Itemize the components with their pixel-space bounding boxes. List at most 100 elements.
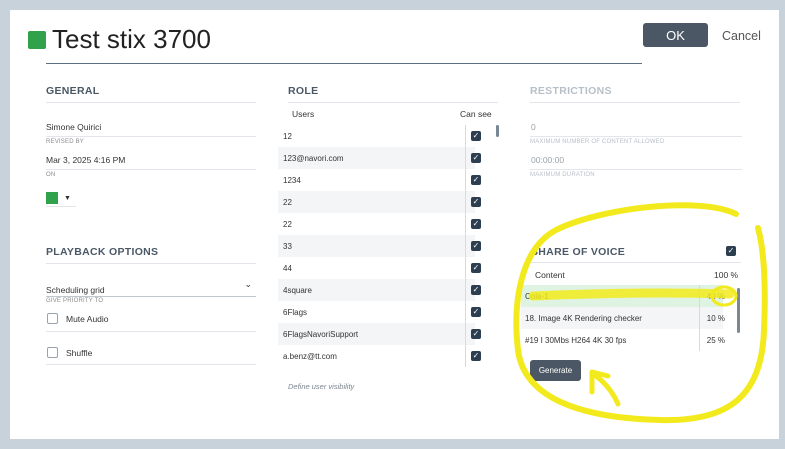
sov-content-name: 18. Image 4K Rendering checker [525,313,642,323]
can-see-checkbox[interactable]: ✓ [471,175,481,185]
can-see-cell: ✓ [465,191,486,213]
can-see-checkbox[interactable]: ✓ [471,329,481,339]
max-content-label: MAXIMUM NUMBER OF CONTENT ALLOWED [530,139,665,145]
cancel-button[interactable]: Cancel [722,29,761,43]
sov-content-header: Content [535,270,565,280]
user-row: 4square [278,279,475,301]
mute-audio-checkbox[interactable] [47,313,58,324]
can-see-cell: ✓ [465,279,486,301]
user-row: 1234 [278,169,475,191]
mute-audio-option[interactable]: Mute Audio [47,313,109,324]
user-name: 22 [283,219,292,229]
users-column-header: Users [292,109,315,119]
share-of-voice-checkbox[interactable]: ✓ [726,246,736,256]
can-see-checkbox[interactable]: ✓ [471,285,481,295]
can-see-cell: ✓ [465,235,486,257]
user-row: 22 [278,191,475,213]
divider [288,102,498,103]
divider [530,102,740,103]
role-section-title: ROLE [288,85,319,97]
general-section-title: GENERAL [46,85,100,97]
user-name: a.benz@tt.com [283,351,337,361]
priority-label: GIVE PRIORITY TO [46,298,104,304]
page-title: Test stix 3700 [52,24,211,54]
caret-down-icon: ▼ [64,194,71,202]
generate-button[interactable]: Generate [530,360,581,381]
can-see-checkbox[interactable]: ✓ [471,219,481,229]
sov-row[interactable]: 18. Image 4K Rendering checker [521,307,723,329]
max-duration-input[interactable]: 00:00:00 [531,155,564,165]
can-see-cell: ✓ [465,147,486,169]
header-divider [46,63,642,64]
sov-total-percent: 100 % [714,270,739,280]
mute-audio-label: Mute Audio [66,313,109,324]
revised-by-value: Simone Quirici [46,122,102,132]
user-row: 123@navori.com [278,147,475,169]
priority-select[interactable]: Scheduling grid ⌄ [46,279,256,295]
priority-select-value: Scheduling grid [46,285,105,295]
user-name: 12 [283,131,292,141]
can-see-checkbox[interactable]: ✓ [471,153,481,163]
revised-on-value: Mar 3, 2025 4:16 PM [46,155,126,165]
can-see-cell: ✓ [465,213,486,235]
can-see-column-header: Can see [460,109,492,119]
revised-on-label: ON [46,172,56,178]
sov-content-name: #19 I 30Mbs H264 4K 30 fps [525,335,627,345]
ok-button[interactable]: OK [643,23,708,47]
user-row: 6Flags [278,301,475,323]
divider [46,263,256,264]
user-name: 22 [283,197,292,207]
user-name: 33 [283,241,292,251]
sov-row[interactable]: Cola-1 [521,285,723,307]
user-name: 123@navori.com [283,153,344,163]
user-list-scrollbar[interactable] [496,125,499,137]
playback-section-title: PLAYBACK OPTIONS [46,246,159,258]
sov-percent[interactable]: 40 % [699,285,727,307]
revised-by-label: REVISED BY [46,139,85,145]
shuffle-checkbox[interactable] [47,347,58,358]
max-content-input[interactable]: 0 [531,122,536,132]
sov-content-name: Cola-1 [525,291,549,301]
sov-list-scrollbar[interactable] [737,288,740,333]
divider [46,169,256,170]
can-see-checkbox[interactable]: ✓ [471,197,481,207]
can-see-checkbox[interactable]: ✓ [471,263,481,273]
max-duration-label: MAXIMUM DURATION [530,172,595,178]
can-see-cell: ✓ [465,169,486,191]
can-see-cell: ✓ [465,345,486,367]
user-row: 22 [278,213,475,235]
role-hint: Define user visibility [288,382,355,391]
divider [530,136,742,137]
divider [46,102,256,103]
can-see-checkbox[interactable]: ✓ [471,131,481,141]
can-see-checkbox[interactable]: ✓ [471,307,481,317]
can-see-cell: ✓ [465,323,486,345]
shuffle-option[interactable]: Shuffle [47,347,92,358]
can-see-checkbox[interactable]: ✓ [471,241,481,251]
divider [46,136,256,137]
sov-percent[interactable]: 10 % [699,307,727,329]
color-picker[interactable]: ▼ [46,190,76,206]
sov-percent[interactable]: 25 % [699,329,727,351]
can-see-cell: ✓ [465,125,486,147]
user-row: 44 [278,257,475,279]
user-name: 6Flags [283,307,308,317]
divider [46,331,256,332]
can-see-checkbox[interactable]: ✓ [471,351,481,361]
user-row: 12 [278,125,475,147]
playlist-color-square [28,31,46,49]
divider [531,262,741,263]
user-row: 6FlagsNavoriSupport [278,323,475,345]
user-name: 4square [283,285,312,295]
share-of-voice-title: SHARE OF VOICE [531,246,626,258]
chevron-down-icon: ⌄ [244,279,252,289]
divider [46,206,76,207]
divider [530,169,742,170]
can-see-cell: ✓ [465,301,486,323]
restrictions-section-title: RESTRICTIONS [530,85,612,97]
divider [46,296,256,297]
user-name: 1234 [283,175,301,185]
user-row: a.benz@tt.com [278,345,475,367]
can-see-cell: ✓ [465,257,486,279]
sov-row[interactable]: #19 I 30Mbs H264 4K 30 fps [521,329,723,351]
